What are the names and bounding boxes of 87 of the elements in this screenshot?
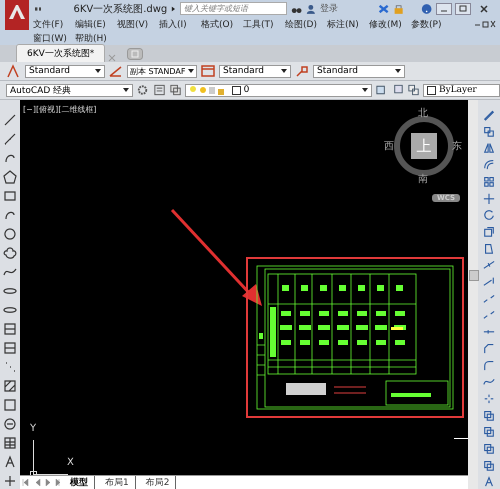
crosshair-icon xyxy=(454,437,468,440)
quick-access-icon[interactable] xyxy=(35,6,42,10)
layers-icon[interactable] xyxy=(374,83,388,97)
gear-icon[interactable] xyxy=(136,83,150,97)
menu-item[interactable]: 标注(N) xyxy=(327,18,369,30)
explode-icon[interactable] xyxy=(482,392,496,406)
layout-tab[interactable]: 布局2 xyxy=(140,476,176,489)
block-icon[interactable] xyxy=(2,340,18,356)
mirror-icon[interactable] xyxy=(482,141,496,156)
layout-tab[interactable]: 布局1 xyxy=(99,476,136,489)
menu-item[interactable]: 帮助(H) xyxy=(75,32,117,44)
layers-icon[interactable] xyxy=(482,458,496,472)
line-icon[interactable] xyxy=(2,112,18,128)
menu-item[interactable]: 格式(O) xyxy=(201,18,243,30)
caret-icon xyxy=(188,69,194,73)
copy-icon[interactable] xyxy=(482,124,496,138)
menu-item[interactable]: 视图(V) xyxy=(117,18,159,30)
layers-icon[interactable] xyxy=(482,425,496,440)
circle-icon[interactable] xyxy=(2,226,18,242)
scale-icon[interactable] xyxy=(482,224,496,239)
cloud-icon[interactable] xyxy=(2,245,18,261)
menu-item[interactable]: 插入(I) xyxy=(159,18,201,30)
region-icon[interactable] xyxy=(2,416,18,432)
workspace-icon[interactable] xyxy=(152,83,166,97)
caret-icon xyxy=(395,69,401,73)
compass-label[interactable]: 西 xyxy=(384,139,394,153)
compass-label[interactable]: 北 xyxy=(418,106,428,120)
style-dropdown[interactable]: Standard xyxy=(219,64,291,78)
style-dropdown[interactable]: Standard xyxy=(313,64,405,78)
layers-icon[interactable] xyxy=(482,408,496,422)
workspace-dropdown[interactable]: AutoCAD 经典 xyxy=(6,84,134,96)
array-icon[interactable] xyxy=(482,174,496,189)
exchange-icon[interactable] xyxy=(378,2,390,14)
block-icon[interactable] xyxy=(2,321,18,337)
chamfer-icon[interactable] xyxy=(482,342,496,356)
caret-icon xyxy=(95,69,101,73)
style-dropdown[interactable]: Standard xyxy=(25,64,105,78)
menu-item[interactable]: 窗口(W) xyxy=(33,32,75,44)
viewport-label[interactable]: [−][俯视][二维线框] xyxy=(23,104,96,115)
polyline-icon[interactable] xyxy=(2,131,18,147)
axis-label: Y xyxy=(30,423,36,434)
dimension-style-icon[interactable] xyxy=(108,64,124,78)
axis-label: X xyxy=(67,457,74,468)
caret-icon[interactable] xyxy=(171,4,176,12)
move-icon[interactable] xyxy=(482,192,496,206)
menu-item[interactable]: 绘图(D) xyxy=(285,18,327,30)
menu-item[interactable]: 参数(P) xyxy=(411,18,453,30)
table-style-icon[interactable] xyxy=(200,64,216,78)
window-controls-icon[interactable] xyxy=(474,20,496,28)
rotate-icon[interactable] xyxy=(482,208,496,222)
compass-label[interactable]: 东 xyxy=(452,139,462,153)
layer-dropdown[interactable]: 0 xyxy=(184,84,372,96)
menu-item[interactable]: 修改(M) xyxy=(369,18,411,30)
multileader-style-icon[interactable] xyxy=(294,64,310,78)
caret-icon xyxy=(123,88,130,92)
ucs-axes-icon xyxy=(30,440,68,475)
document-tab[interactable]: 6KV一次系统图* xyxy=(16,44,106,62)
menu-item[interactable]: 编辑(E) xyxy=(75,18,117,30)
scrollbar-thumb[interactable] xyxy=(469,270,479,281)
fillet-icon[interactable] xyxy=(482,358,496,372)
table-icon[interactable] xyxy=(2,435,18,451)
login-link[interactable]: 登录 xyxy=(320,2,338,15)
letter-a-logo-icon xyxy=(8,4,26,20)
app-menu-button[interactable] xyxy=(5,0,29,30)
layers-icon[interactable] xyxy=(482,442,496,456)
caret-icon xyxy=(281,69,287,73)
maximize-icon[interactable] xyxy=(455,2,471,14)
layers-icon[interactable] xyxy=(406,83,420,97)
plus-icon[interactable] xyxy=(2,473,18,489)
offset-icon[interactable] xyxy=(482,158,496,172)
user-icon[interactable] xyxy=(306,2,316,14)
caret-icon xyxy=(362,88,368,92)
help-icon[interactable] xyxy=(420,2,432,16)
stretch-icon[interactable] xyxy=(482,242,496,256)
compass-label[interactable]: 南 xyxy=(418,172,428,186)
pencil-icon[interactable] xyxy=(482,108,496,122)
text-icon[interactable] xyxy=(482,475,496,489)
layer-properties-icon[interactable] xyxy=(168,83,182,97)
menu-item[interactable]: 工具(T) xyxy=(243,18,285,30)
pentagon-icon[interactable] xyxy=(2,169,18,185)
style-dropdown[interactable]: 副本 STANDAF xyxy=(127,64,197,78)
window-title: 6KV一次系统图.dwg xyxy=(73,2,168,16)
search-field[interactable]: 键入关键字或短语 xyxy=(180,2,288,15)
hatch-icon[interactable] xyxy=(2,378,18,394)
linetype-dropdown[interactable]: ByLayer xyxy=(422,84,500,96)
menu-item[interactable]: 文件(F) xyxy=(33,18,75,30)
minimize-icon[interactable] xyxy=(436,2,452,14)
